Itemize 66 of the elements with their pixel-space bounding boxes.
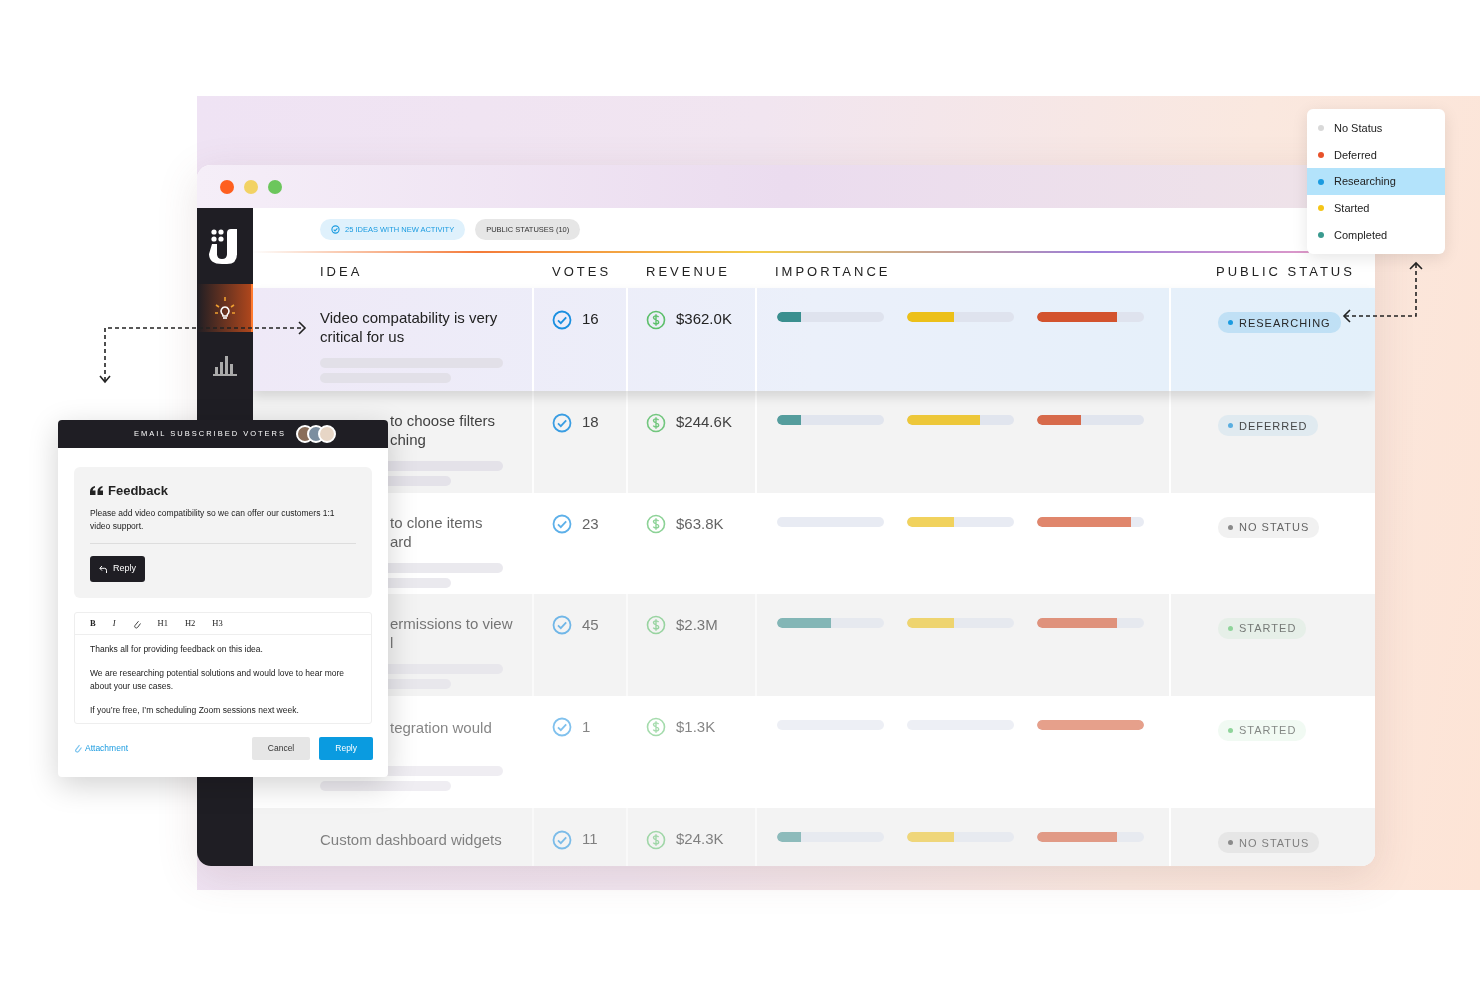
message-field[interactable]: Thanks all for providing feedback on this idea. We are researching potential solutions and would love to hear more about your use cases. If you’re free, I’m scheduling Zoom sessions next week. <box>75 634 371 723</box>
revenue-amount: $1.3K <box>676 716 716 737</box>
idea-title: to choose filters ching <box>390 411 496 450</box>
status-badge[interactable]: RESEARCHING <box>1218 312 1341 334</box>
check-circle-icon <box>331 225 340 234</box>
status-option[interactable]: Completed <box>1307 221 1445 249</box>
vote-count: 1 <box>582 716 591 737</box>
format-button[interactable]: B <box>90 616 96 630</box>
dollar-icon <box>646 412 666 433</box>
vote-count: 45 <box>582 615 599 636</box>
revenue-amount: $24.3K <box>676 829 724 850</box>
revenue-amount: $63.8K <box>676 514 724 535</box>
column-header[interactable]: REVENUE <box>646 263 730 279</box>
status-badge[interactable]: DEFERRED <box>1218 415 1318 437</box>
table-row[interactable]: Video compatability is very critical for us 16 $362.0K RESEARCHING <box>253 288 1375 392</box>
avatar <box>318 425 336 443</box>
column-header[interactable]: PUBLIC STATUS <box>1216 263 1355 279</box>
column-header[interactable]: VOTES <box>552 263 612 279</box>
check-circle-icon <box>552 829 572 850</box>
format-button[interactable]: H3 <box>212 616 223 630</box>
idea-title: Custom dashboard widgets <box>320 830 502 850</box>
reply-icon <box>99 564 107 573</box>
dollar-icon <box>646 309 666 330</box>
check-circle-icon <box>552 514 572 535</box>
column-header[interactable]: IDEA <box>320 263 363 279</box>
feedback-title: Feedback <box>108 482 168 500</box>
paperclip-icon <box>74 743 82 753</box>
lightbulb-icon <box>213 296 237 320</box>
status-option[interactable]: Researching <box>1307 168 1445 196</box>
vote-count: 16 <box>582 309 599 330</box>
check-circle-icon <box>552 309 572 330</box>
status-badge[interactable]: STARTED <box>1218 719 1307 741</box>
idea-title: to clone items ard <box>390 513 483 552</box>
reply-button[interactable]: Reply <box>90 555 145 582</box>
bar-chart-icon <box>213 353 237 377</box>
dollar-icon <box>646 717 666 738</box>
idea-title: ermissions to view l <box>390 614 513 653</box>
check-circle-icon <box>552 412 572 433</box>
revenue-amount: $2.3M <box>676 615 718 636</box>
check-circle-icon <box>552 717 572 738</box>
revenue-amount: $362.0K <box>676 309 732 330</box>
status-option[interactable]: No Status <box>1307 115 1445 142</box>
revenue-amount: $244.6K <box>676 412 732 433</box>
status-badge[interactable]: STARTED <box>1218 618 1307 640</box>
vote-count: 23 <box>582 514 599 535</box>
dollar-icon <box>646 514 666 535</box>
vote-count: 18 <box>582 412 599 433</box>
idea-title: Video compatability is very critical for us <box>320 308 498 347</box>
column-header[interactable]: IMPORTANCE <box>775 263 891 279</box>
format-button[interactable]: H1 <box>157 616 168 630</box>
format-button[interactable]: H2 <box>184 616 196 630</box>
feedback-text: Please add video compatibility so we can offer our customers 1:1 video support. <box>90 506 356 544</box>
dollar-icon <box>646 615 666 636</box>
status-badge[interactable]: NO STATUS <box>1218 517 1320 539</box>
quote-icon <box>90 486 103 496</box>
vote-count: 11 <box>582 829 598 850</box>
paperclip-icon <box>132 618 141 629</box>
nav-item[interactable] <box>197 284 253 332</box>
close-button[interactable] <box>220 179 234 194</box>
idea-title: tegration would <box>390 717 492 737</box>
status-option[interactable]: Deferred <box>1307 141 1445 169</box>
dollar-icon <box>646 829 666 850</box>
check-circle-icon <box>552 615 572 636</box>
format-button[interactable]: I <box>112 616 116 630</box>
cancel-button[interactable]: Cancel <box>251 736 311 760</box>
status-option[interactable]: Started <box>1307 195 1445 222</box>
